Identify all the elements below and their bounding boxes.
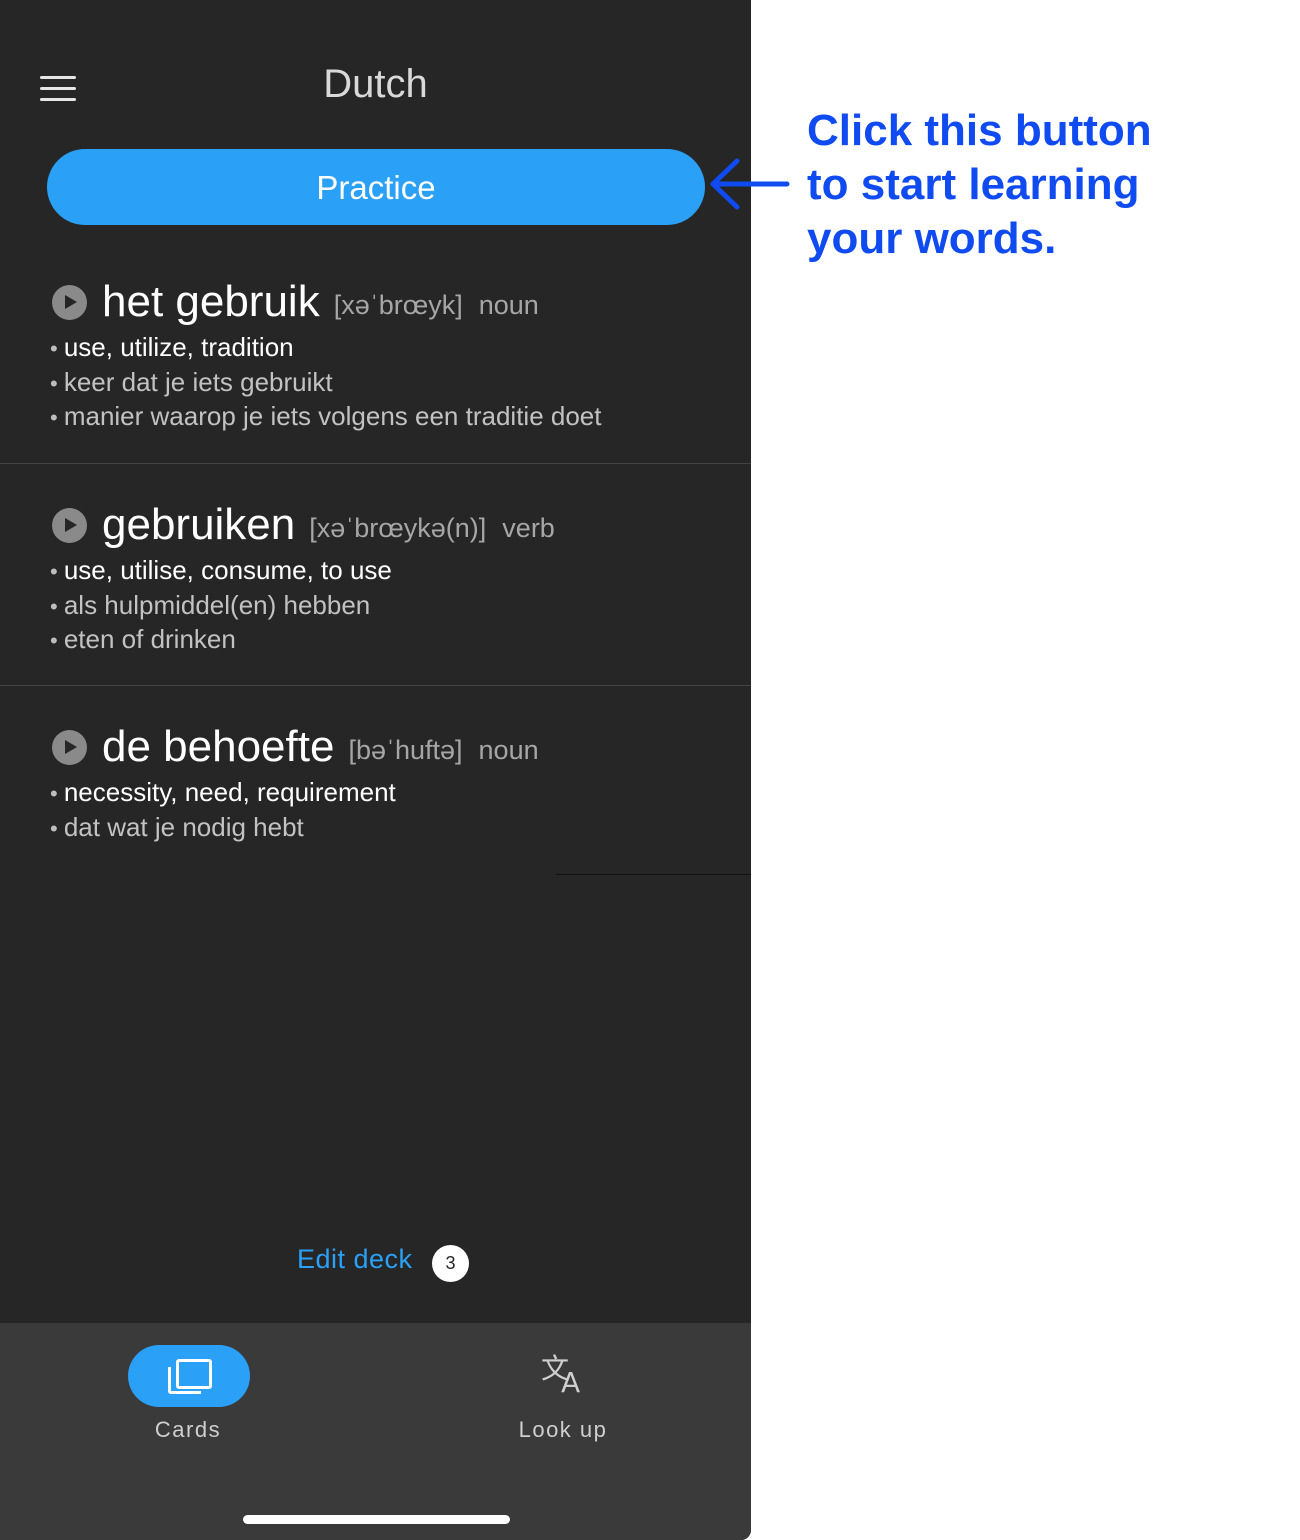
arrow-left-icon <box>710 158 790 210</box>
app-screen: Dutch Practice het gebruik [xəˈbrœyk] noun… <box>0 0 751 1540</box>
word-phonetic: [bəˈhuftə] <box>348 735 463 765</box>
word-part-of-speech: noun <box>478 290 539 320</box>
tab-label: Cards <box>154 1417 222 1442</box>
word-card[interactable]: het gebruik [xəˈbrœyk] noun use, utilize, … <box>0 275 751 464</box>
definition-item: necessity, need, requirement <box>50 776 396 811</box>
tab-cards[interactable]: Cards <box>63 1323 313 1463</box>
definition-list: use, utilize, tradition keer dat je iets… <box>50 331 602 435</box>
edit-deck-link[interactable]: Edit deck <box>297 1244 413 1275</box>
tab-look-up[interactable]: 文A Look up <box>438 1323 688 1463</box>
definition-list: necessity, need, requirement dat wat je … <box>50 776 396 845</box>
play-audio-icon[interactable] <box>52 508 87 543</box>
card-count-badge: 3 <box>432 1245 469 1282</box>
definition-item: keer dat je iets gebruikt <box>50 366 601 401</box>
word-text: gebruiken <box>102 500 296 549</box>
home-indicator <box>243 1515 510 1524</box>
callout-line: Click this button <box>807 106 1152 155</box>
word-card[interactable]: de behoefte [bəˈhuftə] noun necessity, nee… <box>0 720 751 850</box>
active-tab-indicator <box>128 1345 250 1407</box>
word-text: het gebruik <box>102 277 320 326</box>
definition-item: als hulpmiddel(en) hebben <box>50 589 392 624</box>
word-line: gebruiken [xəˈbrœykə(n)] verb <box>102 498 555 557</box>
divider-line <box>556 874 751 875</box>
practice-button[interactable]: Practice <box>47 149 705 225</box>
definition-list: use, utilise, consume, to use als hulpmi… <box>50 554 392 658</box>
definition-item: use, utilise, consume, to use <box>50 554 392 589</box>
word-card[interactable]: gebruiken [xəˈbrœykə(n)] verb use, utilise… <box>0 498 751 686</box>
word-part-of-speech: noun <box>478 735 539 765</box>
word-part-of-speech: verb <box>502 513 555 543</box>
callout-line: your words. <box>807 214 1057 263</box>
word-line: het gebruik [xəˈbrœyk] noun <box>102 275 539 334</box>
word-text: de behoefte <box>102 722 335 771</box>
definition-item: dat wat je nodig hebt <box>50 811 396 846</box>
word-phonetic: [xəˈbrœykə(n)] <box>309 513 487 543</box>
definition-item: eten of drinken <box>50 623 392 658</box>
word-phonetic: [xəˈbrœyk] <box>333 290 463 320</box>
word-line: de behoefte [bəˈhuftə] noun <box>102 720 539 779</box>
instruction-callout: Click this button to start learning your… <box>807 104 1267 266</box>
play-audio-icon[interactable] <box>52 730 87 765</box>
page-title: Dutch <box>323 62 428 106</box>
callout-line: to start learning <box>807 160 1140 209</box>
cards-icon <box>166 1359 212 1395</box>
bottom-tab-bar: Cards 文A Look up <box>0 1323 751 1540</box>
tab-label: Look up <box>518 1417 608 1442</box>
definition-item: manier waarop je iets volgens een tradit… <box>50 400 602 435</box>
definition-item: use, utilize, tradition <box>50 331 601 366</box>
translate-icon: 文A <box>541 1352 581 1399</box>
play-audio-icon[interactable] <box>52 285 87 320</box>
